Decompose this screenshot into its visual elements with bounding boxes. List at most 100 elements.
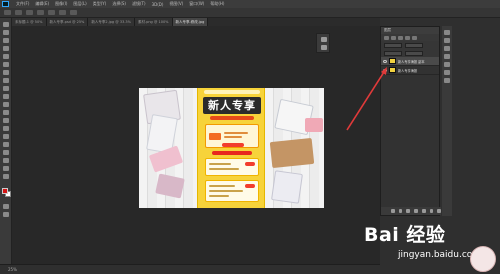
pen-tool-icon[interactable] [3, 134, 9, 139]
layers-panel: 图层 新人专享海报 副本 新人专享海报 [380, 26, 442, 216]
tool-preset-picker[interactable] [4, 10, 11, 15]
menu-layer[interactable]: 图层(L) [73, 1, 86, 7]
layer-style-icon[interactable] [398, 209, 403, 213]
path-select-tool-icon[interactable] [3, 150, 9, 155]
offer-text-line [209, 163, 231, 165]
document-tab-bar: 未标题-1 @ 50% 新人专享.psd @ 25% 新人专享2.jpg @ 3… [12, 18, 380, 26]
crop-tool-icon[interactable] [3, 54, 9, 59]
zoom-level[interactable]: 25% [8, 267, 17, 272]
eraser-tool-icon[interactable] [3, 102, 9, 107]
move-tool-icon[interactable] [3, 22, 9, 27]
link-layers-icon[interactable] [391, 209, 395, 213]
doc-tab[interactable]: 素材.png @ 100% [135, 18, 173, 26]
photoshop-logo-icon [2, 1, 9, 7]
coupon-claim-button [222, 143, 244, 147]
menu-image[interactable]: 图像(I) [55, 1, 67, 7]
lasso-tool-icon[interactable] [3, 38, 9, 43]
zoom-tool-icon[interactable] [3, 174, 9, 179]
type-tool-icon[interactable] [3, 142, 9, 147]
coupon-text-line [224, 136, 242, 138]
doc-tab-active[interactable]: 新人专享-修改.jpg [172, 18, 209, 26]
foreground-color-swatch[interactable] [2, 188, 8, 194]
offer-card [205, 180, 259, 202]
filter-shape-icon[interactable] [412, 35, 417, 40]
styles-panel-icon[interactable] [444, 78, 450, 83]
shape-tool-icon[interactable] [3, 158, 9, 163]
menu-bar: 文件(F) 编辑(E) 图像(I) 图层(L) 类型(Y) 选择(S) 滤镜(T… [0, 0, 500, 8]
layers-panel-title[interactable]: 图层 [384, 28, 391, 33]
eye-icon[interactable] [383, 59, 387, 63]
blend-mode-select[interactable] [384, 42, 402, 48]
hand-tool-icon[interactable] [3, 166, 9, 171]
menu-type[interactable]: 类型(Y) [93, 1, 107, 7]
lock-buttons[interactable] [384, 50, 402, 56]
menu-view[interactable]: 视图(V) [169, 1, 183, 7]
filter-type-icon[interactable] [405, 35, 410, 40]
menu-select[interactable]: 选择(S) [112, 1, 126, 7]
layer-name: 新人专享海报 [398, 68, 418, 73]
align-center-button[interactable] [37, 10, 44, 15]
menu-edit[interactable]: 编辑(E) [35, 1, 49, 7]
properties-panel-icon[interactable] [321, 45, 327, 50]
layer-thumbnail [389, 58, 396, 64]
marquee-tool-icon[interactable] [3, 30, 9, 35]
history-brush-tool-icon[interactable] [3, 94, 9, 99]
history-panel-icon[interactable] [321, 37, 327, 42]
coupon-card [205, 124, 259, 148]
dodge-tool-icon[interactable] [3, 126, 9, 131]
swatches-panel-icon[interactable] [444, 62, 450, 67]
filter-pixel-icon[interactable] [391, 35, 396, 40]
layers-panel-header: 图层 [381, 27, 439, 34]
healing-brush-tool-icon[interactable] [3, 70, 9, 75]
trash-icon[interactable] [437, 209, 442, 213]
menu-3d[interactable]: 3D(D) [152, 2, 164, 7]
filter-adjust-icon[interactable] [398, 35, 403, 40]
doc-tab[interactable]: 新人专享.psd @ 25% [46, 18, 89, 26]
quick-mask-icon[interactable] [3, 204, 9, 209]
filter-kind-select[interactable] [384, 35, 389, 40]
gradient-tool-icon[interactable] [3, 110, 9, 115]
layers-filter-bar [381, 34, 439, 41]
doc-tab[interactable]: 新人专享2.jpg @ 33.3% [88, 18, 135, 26]
menu-help[interactable]: 帮助(H) [210, 1, 224, 7]
offer-text-line [209, 185, 235, 187]
layers-panel-icon[interactable] [444, 30, 450, 35]
clone-stamp-tool-icon[interactable] [3, 86, 9, 91]
tools-panel [0, 18, 12, 264]
screen-mode-icon[interactable] [3, 212, 9, 217]
layer-row[interactable]: 新人专享海报 副本 [381, 57, 439, 66]
document-image[interactable]: 新人专享 [139, 88, 324, 208]
watermark-url: jingyan.baidu.com [398, 250, 482, 260]
doc-tab[interactable]: 未标题-1 @ 50% [12, 18, 47, 26]
paths-panel-icon[interactable] [444, 46, 450, 51]
distribute-button[interactable] [59, 10, 66, 15]
offer-button [245, 184, 255, 188]
layer-row[interactable]: 新人专享海报 [381, 66, 439, 75]
fill-field[interactable] [405, 50, 423, 56]
menu-filter[interactable]: 滤镜(T) [132, 1, 146, 7]
auto-select-checkbox[interactable] [15, 10, 22, 15]
offer-button [245, 162, 255, 166]
menu-file[interactable]: 文件(F) [16, 1, 29, 7]
eye-icon[interactable] [383, 68, 387, 72]
opacity-field[interactable] [405, 42, 423, 48]
align-left-button[interactable] [26, 10, 33, 15]
quick-select-tool-icon[interactable] [3, 46, 9, 51]
brush-tool-icon[interactable] [3, 78, 9, 83]
eyedropper-tool-icon[interactable] [3, 62, 9, 67]
add-mask-icon[interactable] [406, 209, 411, 213]
color-panel-icon[interactable] [444, 54, 450, 59]
adjustment-layer-icon[interactable] [414, 209, 418, 213]
align-right-button[interactable] [48, 10, 55, 15]
new-group-icon[interactable] [421, 209, 426, 213]
poster-ribbon [204, 90, 260, 94]
poster-title: 新人专享 [203, 97, 261, 114]
status-bar: 25% [0, 264, 380, 274]
adjustments-panel-icon[interactable] [444, 70, 450, 75]
new-layer-icon[interactable] [429, 209, 434, 213]
3d-mode-button[interactable] [70, 10, 77, 15]
channels-panel-icon[interactable] [444, 38, 450, 43]
menu-window[interactable]: 窗口(W) [189, 1, 204, 7]
product-pink-right [305, 118, 323, 132]
blur-tool-icon[interactable] [3, 118, 9, 123]
